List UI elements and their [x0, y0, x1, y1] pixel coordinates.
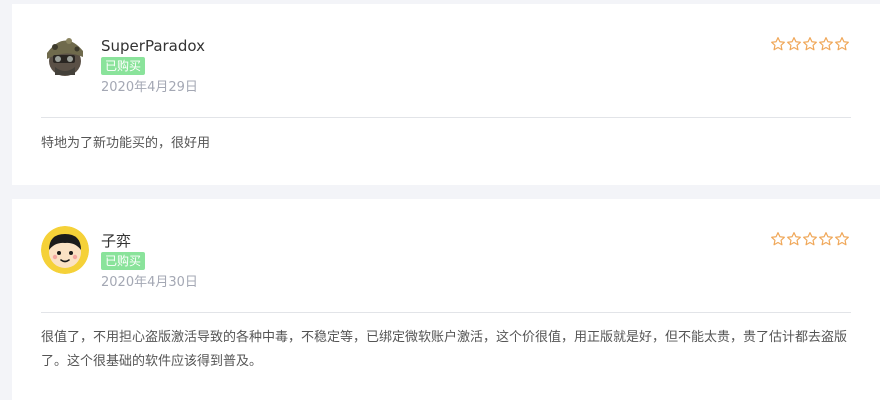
user-name[interactable]: SuperParadox	[101, 36, 205, 56]
star-outline-icon	[787, 37, 801, 51]
divider	[41, 312, 851, 313]
review-date: 2020年4月30日	[101, 275, 198, 290]
star-outline-icon	[819, 232, 833, 246]
star-outline-icon	[819, 37, 833, 51]
review-text: 特地为了新功能买的，很好用	[41, 136, 211, 151]
cartoon-face-avatar-icon[interactable]	[41, 226, 89, 274]
star-outline-icon	[835, 37, 849, 51]
military-helmet-avatar-icon[interactable]	[41, 31, 89, 79]
star-outline-icon	[787, 232, 801, 246]
star-rating	[770, 231, 852, 247]
star-outline-icon	[771, 37, 785, 51]
purchased-badge: 已购买	[101, 57, 146, 75]
user-name[interactable]: 子弈	[101, 231, 131, 251]
review-date: 2020年4月29日	[101, 80, 198, 95]
star-outline-icon	[835, 232, 849, 246]
star-outline-icon	[803, 232, 817, 246]
review-card: SuperParadox 已购买 2020年4月29日 特地为了新功能买的，很好…	[12, 4, 880, 185]
purchased-badge: 已购买	[101, 252, 146, 270]
review-card: 子弈 已购买 2020年4月30日 很值了，不用担心盗版激活导致的各种中毒，不稳…	[12, 199, 880, 400]
divider	[41, 117, 851, 118]
star-outline-icon	[803, 37, 817, 51]
star-rating	[770, 36, 852, 52]
star-outline-icon	[771, 232, 785, 246]
review-text: 很值了，不用担心盗版激活导致的各种中毒，不稳定等，已绑定微软账户激活，这个价很值…	[41, 330, 848, 369]
